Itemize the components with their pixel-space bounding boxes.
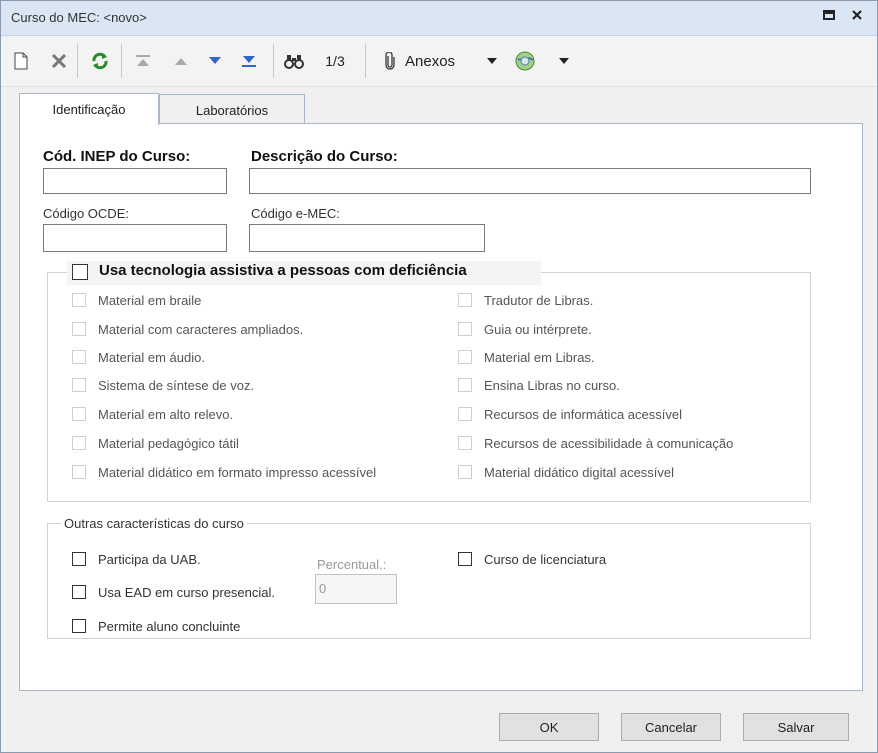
binoculars-icon[interactable] [283, 50, 305, 72]
braile-checkbox[interactable] [72, 293, 86, 307]
chevron-down-icon[interactable] [557, 50, 571, 72]
informatica-acessivel-label: Recursos de informática acessível [484, 407, 682, 422]
inep-input[interactable] [43, 168, 227, 194]
toolbar: 1/3 Anexos [1, 36, 877, 87]
tab-identificacao[interactable]: Identificação [19, 93, 159, 125]
window-title: Curso do MEC: <novo> [11, 10, 147, 25]
licenciatura-checkbox[interactable] [458, 552, 472, 566]
caracteres-ampliados-checkbox[interactable] [72, 322, 86, 336]
paperclip-icon[interactable] [379, 50, 401, 72]
licenciatura-label: Curso de licenciatura [484, 552, 607, 567]
cancel-button[interactable]: Cancelar [621, 713, 721, 741]
guia-interprete-label: Guia ou intérprete. [484, 322, 592, 337]
tradutor-libras-label: Tradutor de Libras. [484, 293, 594, 308]
material-libras-checkbox[interactable] [458, 350, 472, 364]
record-position: 1/3 [325, 53, 345, 69]
course-window: Curso do MEC: <novo> 1/3 Anexos Identifi… [0, 0, 878, 753]
pedagogico-tatil-checkbox[interactable] [72, 436, 86, 450]
ensina-libras-label: Ensina Libras no curso. [484, 378, 620, 393]
inep-label: Cód. INEP do Curso: [43, 148, 191, 165]
ocde-label: Código OCDE: [43, 206, 129, 221]
acessibilidade-comunicacao-label: Recursos de acessibilidade à comunicação [484, 436, 734, 451]
descricao-label: Descrição do Curso: [251, 148, 398, 165]
impresso-acessivel-label: Material didático em formato impresso ac… [98, 465, 377, 480]
attachments-menu[interactable]: Anexos [405, 50, 477, 72]
toolbar-separator [365, 44, 366, 78]
braile-label: Material em braile [98, 293, 202, 308]
maximize-icon[interactable] [821, 9, 837, 25]
uab-checkbox[interactable] [72, 552, 86, 566]
guia-interprete-checkbox[interactable] [458, 322, 472, 336]
informatica-acessivel-checkbox[interactable] [458, 407, 472, 421]
material-libras-label: Material em Libras. [484, 350, 595, 365]
tradutor-libras-checkbox[interactable] [458, 293, 472, 307]
tab-laboratorios[interactable]: Laboratórios [159, 94, 305, 125]
toolbar-separator [77, 44, 78, 78]
audio-checkbox[interactable] [72, 350, 86, 364]
tab-label: Identificação [52, 102, 126, 117]
toolbar-separator [273, 44, 274, 78]
tab-label: Laboratórios [195, 102, 269, 118]
assistive-title: Usa tecnologia assistiva a pessoas com d… [99, 262, 467, 279]
ok-button[interactable]: OK [499, 713, 599, 741]
save-button[interactable]: Salvar [743, 713, 849, 741]
percentual-value: 0 [319, 581, 327, 596]
emec-label: Código e-MEC: [251, 206, 340, 221]
alto-relevo-checkbox[interactable] [72, 407, 86, 421]
digital-acessivel-label: Material didático digital acessível [484, 465, 675, 480]
concluinte-checkbox[interactable] [72, 619, 86, 633]
impresso-acessivel-checkbox[interactable] [72, 465, 86, 479]
next-record-icon[interactable] [205, 50, 225, 72]
refresh-icon[interactable] [89, 50, 111, 72]
ead-label: Usa EAD em curso presencial. [98, 585, 276, 600]
sintese-voz-label: Sistema de síntese de voz. [98, 378, 255, 393]
ead-checkbox[interactable] [72, 585, 86, 599]
close-icon[interactable] [849, 9, 865, 25]
title-bar: Curso do MEC: <novo> [1, 1, 877, 36]
chevron-down-icon[interactable] [485, 50, 499, 72]
assistive-checkbox[interactable] [72, 264, 88, 280]
acessibilidade-comunicacao-checkbox[interactable] [458, 436, 472, 450]
concluinte-label: Permite aluno concluinte [98, 619, 241, 634]
percentual-input[interactable]: 0 [315, 574, 397, 604]
pedagogico-tatil-label: Material pedagógico tátil [98, 436, 239, 451]
ocde-input[interactable] [43, 224, 227, 252]
first-record-icon[interactable] [133, 50, 153, 72]
audio-label: Material em áudio. [98, 350, 205, 365]
delete-icon[interactable] [49, 50, 69, 72]
outras-title: Outras características do curso [61, 516, 247, 531]
sintese-voz-checkbox[interactable] [72, 378, 86, 392]
caracteres-ampliados-label: Material com caracteres ampliados. [98, 322, 304, 337]
digital-acessivel-checkbox[interactable] [458, 465, 472, 479]
ensina-libras-checkbox[interactable] [458, 378, 472, 392]
alto-relevo-label: Material em alto relevo. [98, 407, 234, 422]
globe-icon[interactable] [513, 50, 537, 72]
previous-record-icon[interactable] [171, 50, 191, 72]
last-record-icon[interactable] [239, 50, 259, 72]
uab-label: Participa da UAB. [98, 552, 201, 567]
new-document-icon[interactable] [11, 50, 31, 72]
percentual-label: Percentual.: [317, 557, 387, 572]
toolbar-separator [121, 44, 122, 78]
descricao-input[interactable] [249, 168, 811, 194]
emec-input[interactable] [249, 224, 485, 252]
